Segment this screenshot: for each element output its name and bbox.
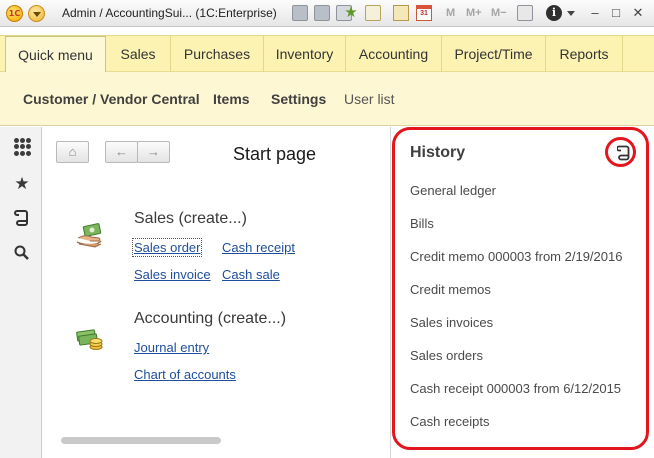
window-title: Admin / AccountingSui... (1C:Enterprise) <box>62 6 277 20</box>
history-item[interactable]: General ledger <box>410 183 496 198</box>
more-chevron-down-icon[interactable] <box>566 5 576 21</box>
history-item[interactable]: Cash receipts <box>410 414 489 429</box>
submenu-customer-vendor-central[interactable]: Customer / Vendor Central <box>23 91 200 107</box>
main-menu-inventory[interactable]: Inventory <box>264 36 345 72</box>
main-menu-purchases[interactable]: Purchases <box>171 36 263 72</box>
main-menu-project-time[interactable]: Project/Time <box>442 36 545 72</box>
save-icon[interactable] <box>292 5 308 21</box>
sales-order-link[interactable]: Sales order <box>131 238 203 257</box>
history-item[interactable]: Sales invoices <box>410 315 493 330</box>
app-logo-icon: 1C <box>6 5 23 22</box>
favorites-star-icon[interactable]: ★ <box>13 174 31 193</box>
horizontal-scrollbar[interactable] <box>61 437 221 444</box>
main-menu-dropdown-icon[interactable] <box>28 5 45 22</box>
submenu-settings[interactable]: Settings <box>271 91 326 107</box>
apps-grid-icon[interactable] <box>14 138 32 156</box>
sidebar-panel: ★ <box>0 127 42 458</box>
add-favorite-icon[interactable]: ★ <box>343 5 359 21</box>
window-list-icon[interactable] <box>517 5 533 21</box>
memory-add-button[interactable]: M+ <box>466 5 486 21</box>
home-button[interactable]: ⌂ <box>56 141 89 163</box>
history-item[interactable]: Sales orders <box>410 348 483 363</box>
history-item[interactable]: Credit memo 000003 from 2/19/2016 <box>410 249 622 264</box>
minimize-button[interactable]: – <box>586 4 604 22</box>
memory-subtract-button[interactable]: M− <box>491 5 511 21</box>
submenu-user-list[interactable]: User list <box>344 91 395 107</box>
main-menu-quick-menu[interactable]: Quick menu <box>5 36 106 73</box>
close-button[interactable]: ✕ <box>629 4 647 22</box>
calculator-icon[interactable] <box>393 5 409 21</box>
sales-money-icon <box>75 222 105 252</box>
sales-group-title: Sales (create...) <box>134 210 247 227</box>
start-page: ⌂ ← → Start page Sales (create...) Sales… <box>43 127 389 458</box>
main-menu-reports[interactable]: Reports <box>546 36 622 72</box>
info-icon[interactable]: i <box>546 5 562 21</box>
sales-invoice-link[interactable]: Sales invoice <box>134 267 211 282</box>
search-icon[interactable] <box>13 245 31 263</box>
main-menu-sales[interactable]: Sales <box>106 36 170 72</box>
history-icon[interactable] <box>13 209 31 227</box>
journal-entry-link[interactable]: Journal entry <box>134 340 209 355</box>
memory-store-button[interactable]: M <box>446 5 462 21</box>
restore-button[interactable]: □ <box>607 4 625 22</box>
history-panel: History General ledger Bills Credit memo… <box>390 127 654 458</box>
accounting-coins-icon <box>75 323 105 353</box>
page-title: Start page <box>233 144 317 164</box>
main-menu-bar: Quick menu Sales Purchases Inventory Acc… <box>0 35 654 73</box>
menu-divider <box>622 36 623 72</box>
history-icon[interactable] <box>616 145 631 161</box>
forward-button[interactable]: → <box>137 141 170 163</box>
calendar-icon[interactable]: 31 <box>416 5 432 21</box>
cash-sale-link[interactable]: Cash sale <box>222 267 280 282</box>
history-item[interactable]: Credit memos <box>410 282 491 297</box>
history-title: History <box>410 144 466 161</box>
cash-receipt-link[interactable]: Cash receipt <box>222 240 295 255</box>
title-bar: 1C Admin / AccountingSui... (1C:Enterpri… <box>0 0 654 27</box>
bookmark-icon[interactable] <box>365 5 381 21</box>
accounting-group-title: Accounting (create...) <box>134 310 287 327</box>
history-item[interactable]: Cash receipt 000003 from 6/12/2015 <box>410 381 621 396</box>
print-icon[interactable] <box>314 5 330 21</box>
submenu-items[interactable]: Items <box>213 91 250 107</box>
function-menu-bar: Customer / Vendor Central Items Settings… <box>0 72 654 126</box>
history-item[interactable]: Bills <box>410 216 434 231</box>
main-menu-accounting[interactable]: Accounting <box>346 36 441 72</box>
chart-of-accounts-link[interactable]: Chart of accounts <box>134 367 236 382</box>
back-button[interactable]: ← <box>105 141 138 163</box>
